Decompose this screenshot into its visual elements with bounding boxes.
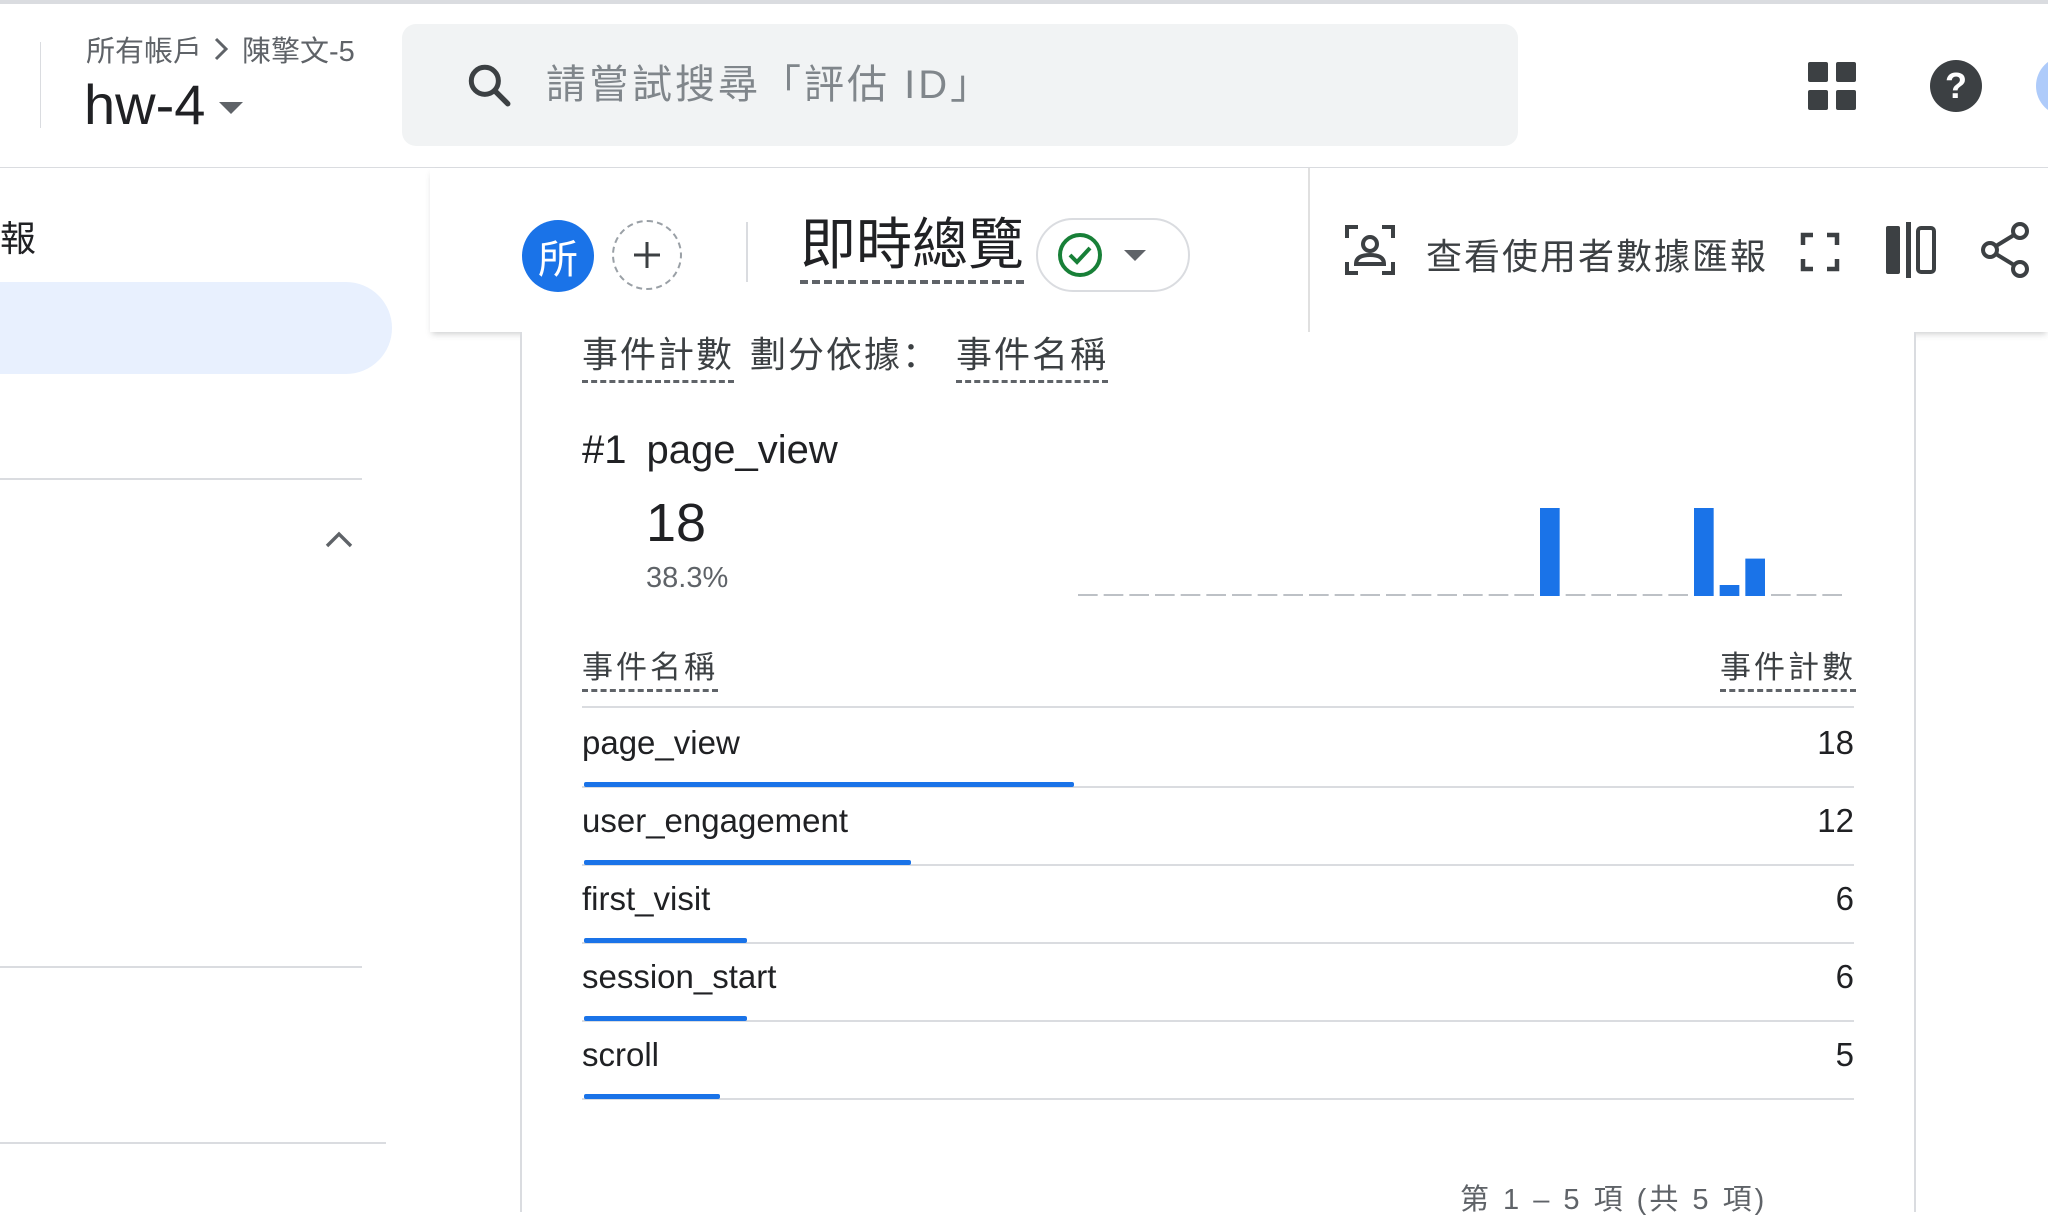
pagination-text: 第 1 – 5 項 (共 5 項) [1460,1184,1768,1216]
left-nav-title: 報 [0,218,37,259]
sparkline-empty-bar [1232,594,1252,596]
event-count: 6 [1835,958,1854,995]
sparkline-bar [1719,585,1740,596]
comparison-chip[interactable]: 所 [522,220,594,292]
help-icon[interactable]: ? [1928,58,1984,114]
sparkline-empty-bar [1437,594,1457,596]
plus-icon [634,242,660,268]
user-snapshot-icon[interactable] [1344,224,1396,276]
sparkline-empty-bar [1078,594,1098,596]
sparkline-empty-bar [1411,594,1432,596]
sparkline-empty-bar [1386,594,1406,596]
event-count: 12 [1817,802,1854,839]
sparkline-empty-bar [1488,594,1509,596]
event-name: session_start [582,958,777,995]
event-count: 18 [1817,724,1854,761]
sparkline-empty-bar [1642,594,1663,596]
event-name: user_engagement [582,802,849,839]
compare-columns-icon[interactable] [1884,222,1938,278]
top-name: page_view [646,428,838,472]
column-header-event-count[interactable]: 事件計數 [1720,642,1856,692]
property-name: hw-4 [84,73,206,136]
search-bar[interactable] [402,24,1518,146]
property-selector[interactable]: hw-4 [84,72,244,137]
breadcrumb-account[interactable]: 陳擎文-5 [242,28,355,70]
column-header-event-name[interactable]: 事件名稱 [582,642,718,692]
table-row[interactable]: session_start 6 [582,942,1854,1022]
toolbar-divider [1308,168,1310,332]
sparkline-empty-bar [1129,594,1149,596]
search-icon [468,64,511,107]
event-name: first_visit [582,880,711,917]
event-name: scroll [582,1036,660,1073]
dropdown-caret-icon [1124,249,1146,261]
sparkline-empty-bar [1257,594,1278,596]
sparkline-empty-bar [1155,594,1175,596]
sparkline-empty-bar [1283,594,1303,596]
fullscreen-icon[interactable] [1800,232,1840,272]
event-name: page_view [582,724,740,761]
dimension-label[interactable]: 事件名稱 [956,326,1109,383]
event-count: 5 [1835,1036,1854,1073]
sparkline-empty-bar [1360,594,1380,596]
sparkline-empty-bar [1309,594,1329,596]
sparkline-empty-bar [1796,594,1817,596]
left-nav-divider [0,966,362,968]
metric-label[interactable]: 事件計數 [582,326,735,383]
breadcrumb-all-accounts[interactable]: 所有帳戶 [86,28,202,70]
sparkline-empty-bar [1565,594,1586,596]
chevron-right-icon [214,37,229,61]
report-title[interactable]: 即時總覽 [800,212,1024,284]
toolbar-divider [746,222,748,282]
breakdown-label: 劃分依據： [750,334,941,375]
top-rank: #1 [582,428,627,472]
top-item-heading: #1 page_view [582,428,838,473]
proportion-bar [584,1094,720,1099]
sparkline-empty-bar [1668,594,1688,596]
per-minute-sparkline [1078,508,1842,596]
sparkline-bar [1694,508,1714,596]
sparkline-empty-bar [1514,594,1534,596]
apps-grid-icon[interactable] [1808,62,1856,110]
sparkline-empty-bar [1334,594,1355,596]
search-input[interactable] [544,61,1448,109]
add-comparison-button[interactable] [612,220,682,290]
sparkline-bar [1540,508,1560,596]
sparkline-empty-bar [1617,594,1637,596]
top-value: 18 [646,493,707,553]
breadcrumb[interactable]: 所有帳戶 陳擎文-5 [86,28,355,70]
check-circle-icon [1058,233,1102,277]
table-row[interactable]: scroll 5 [582,1020,1854,1100]
event-count: 6 [1835,880,1854,917]
sparkline-empty-bar [1180,594,1201,596]
left-nav-active-item[interactable] [0,282,392,374]
sparkline-empty-bar [1591,594,1611,596]
left-nav-divider [0,1142,386,1144]
left-nav-divider [0,478,362,480]
table-row[interactable]: user_engagement 12 [582,786,1854,866]
dropdown-caret-icon [219,101,244,114]
view-user-snapshot-link[interactable]: 查看使用者數據匯報 [1426,228,1768,280]
data-quality-chip[interactable] [1036,218,1190,292]
table-row[interactable]: first_visit 6 [582,864,1854,944]
share-icon[interactable] [1980,222,2030,278]
sparkline-empty-bar [1206,594,1226,596]
card-title: 事件計數 劃分依據： 事件名稱 [582,326,1109,383]
svg-text:?: ? [1945,65,1967,106]
sparkline-empty-bar [1822,594,1842,596]
sparkline-bar [1745,558,1765,596]
table-row[interactable]: page_view 18 [582,708,1854,788]
sparkline-empty-bar [1463,594,1483,596]
chevron-up-icon[interactable] [322,524,356,554]
top-percent: 38.3% [646,562,729,594]
sparkline-empty-bar [1103,594,1124,596]
header-divider [40,42,41,128]
sparkline-empty-bar [1771,594,1791,596]
